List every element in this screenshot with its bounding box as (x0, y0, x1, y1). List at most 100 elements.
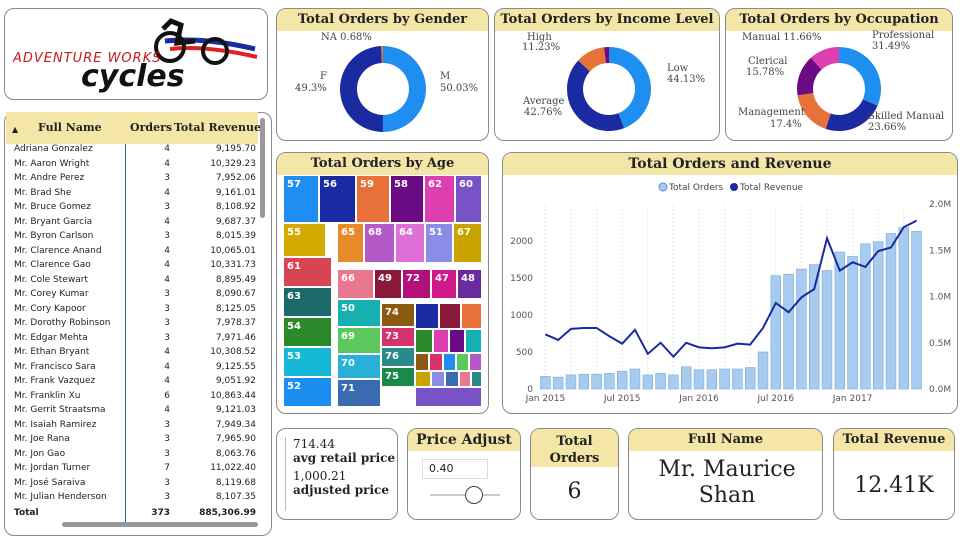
table-row[interactable]: Mr. Joe Rana 3 7,965.90 (8, 434, 260, 449)
donut-slice-m[interactable] (382, 46, 426, 132)
treemap-tile-small[interactable] (456, 353, 469, 371)
treemap-tile-age-63[interactable]: 63 (283, 287, 332, 317)
treemap-tile-age-48[interactable]: 48 (457, 269, 482, 299)
table-row[interactable]: Mr. Edgar Mehta 3 7,971.46 (8, 333, 260, 348)
treemap-tile-small[interactable] (415, 353, 429, 371)
cell-total-revenue: 8,895.49 (215, 274, 256, 285)
treemap-tile-age-55[interactable]: 55 (283, 223, 326, 257)
table-row[interactable]: Mr. Clarence Anand 4 10,065.01 (8, 246, 260, 261)
table-row[interactable]: Mr. Cole Stewart 4 8,895.49 (8, 275, 260, 290)
treemap-tile-small[interactable] (433, 329, 449, 353)
treemap-tile-age-52[interactable]: 52 (283, 377, 332, 407)
table-row[interactable]: Mr. Bryant Garcia 4 9,687.37 (8, 217, 260, 232)
table-row[interactable]: Mr. Brad She 4 9,161.01 (8, 188, 260, 203)
treemap-tile-age-69[interactable]: 69 (337, 327, 381, 354)
treemap-tile-small[interactable] (469, 353, 482, 371)
cell-orders: 6 (164, 390, 170, 401)
treemap-tile-age-47[interactable]: 47 (431, 269, 457, 299)
price-adjust-slider-handle[interactable] (465, 486, 483, 504)
treemap-tile-age-53[interactable]: 53 (283, 347, 332, 377)
table-row[interactable]: Mr. Aaron Wright 4 10,329.23 (8, 159, 260, 174)
treemap-tile-age-54[interactable]: 54 (283, 317, 332, 347)
donut-slice-professional[interactable] (839, 47, 881, 106)
treemap-tile-age-60[interactable]: 60 (455, 175, 482, 223)
vertical-scrollbar[interactable] (260, 118, 265, 218)
header-orders[interactable]: Orders (130, 121, 172, 134)
treemap-tile-small[interactable] (415, 371, 431, 387)
table-row[interactable]: Mr. Franklin Xu 6 10,863.44 (8, 391, 260, 406)
treemap-tile-small[interactable] (471, 371, 482, 387)
table-row[interactable]: Mr. Byron Carlson 3 8,015.39 (8, 231, 260, 246)
cell-orders: 4 (164, 245, 170, 256)
table-row[interactable]: Mr. Frank Vazquez 4 9,051.92 (8, 376, 260, 391)
table-row[interactable]: Mr. Jordan Turner 7 11,022.40 (8, 463, 260, 478)
header-total-revenue[interactable]: Total Revenue (174, 121, 261, 134)
treemap-tile-age-58[interactable]: 58 (390, 175, 424, 223)
y2-tick-label: 1.0M (929, 293, 951, 303)
table-row[interactable]: Mr. Clarence Gao 4 10,331.73 (8, 260, 260, 275)
treemap-tile-age-74[interactable]: 74 (381, 303, 415, 327)
table-row[interactable]: Mr. Ethan Bryant 4 10,308.52 (8, 347, 260, 362)
table-row[interactable]: Mr. Jon Gao 3 8,063.76 (8, 449, 260, 464)
cell-orders: 3 (164, 289, 170, 299)
table-row[interactable]: Mr. Cory Kapoor 3 8,125.05 (8, 304, 260, 319)
treemap-tile-age-59[interactable]: 59 (356, 175, 390, 223)
price-adjust-input[interactable]: 0.40 (422, 459, 488, 479)
treemap-tile-age-56[interactable]: 56 (319, 175, 356, 223)
treemap-tile-small[interactable] (465, 329, 482, 353)
cell-orders: 4 (164, 361, 170, 372)
treemap-tile-age-49[interactable]: 49 (374, 269, 402, 299)
treemap-tile-age-71[interactable]: 71 (337, 379, 381, 407)
treemap-tile-small[interactable] (415, 329, 433, 353)
donut-slice-average[interactable] (567, 60, 625, 132)
treemap-tile-small[interactable] (449, 329, 465, 353)
cell-orders: 3 (164, 434, 170, 444)
table-row[interactable]: Mr. Gerrit Straatsma 4 9,121.03 (8, 405, 260, 420)
sort-icon[interactable]: ▲ (12, 124, 18, 134)
treemap-tile-small[interactable] (439, 303, 461, 329)
treemap-tile-age-62[interactable]: 62 (424, 175, 455, 223)
cell-total-revenue: 9,125.55 (215, 361, 256, 372)
table-row[interactable]: Mr. Andre Perez 3 7,952.06 (8, 173, 260, 188)
treemap-tile-age-50[interactable]: 50 (337, 299, 381, 327)
donut-slice-f[interactable] (339, 46, 383, 132)
treemap-tile-age-73[interactable]: 73 (381, 327, 415, 347)
treemap-tile-small[interactable] (443, 353, 456, 371)
treemap-tile-age-72[interactable]: 72 (402, 269, 431, 299)
table-row[interactable]: Mr. Bruce Gomez 3 8,108.92 (8, 202, 260, 217)
treemap-tile-age-65[interactable]: 65 (337, 223, 364, 263)
bar-total-orders (591, 373, 602, 390)
treemap-tile-age-67[interactable]: 67 (453, 223, 482, 263)
treemap-tile-small[interactable] (415, 303, 439, 329)
table-row[interactable]: Mr. Corey Kumar 3 8,090.67 (8, 289, 260, 304)
table-row[interactable]: Mr. Francisco Sara 4 9,125.55 (8, 362, 260, 377)
table-row[interactable]: Mr. Isaiah Ramirez 3 7,949.34 (8, 420, 260, 435)
price-divider (285, 437, 286, 511)
header-full-name[interactable]: Full Name (38, 121, 102, 134)
treemap-tile-small[interactable] (415, 387, 482, 407)
cell-full-name: Mr. Ethan Bryant (14, 347, 90, 357)
treemap-tile-age-70[interactable]: 70 (337, 354, 381, 379)
table-row[interactable]: Mr. José Saraiva 3 8,119.68 (8, 478, 260, 493)
cell-total-revenue: 8,125.05 (215, 303, 256, 314)
treemap-tile-small[interactable] (431, 371, 445, 387)
treemap-tile-small[interactable] (429, 353, 443, 371)
treemap-tile-age-76[interactable]: 76 (381, 347, 415, 367)
age-treemap: 57 56 59 58 62 60 55 65 68 64 51 67 61 66 49 72 47 48 63 50… (283, 175, 482, 409)
table-row[interactable]: Mr. Julian Henderson 3 8,107.35 (8, 492, 260, 507)
cell-total-revenue: 11,022.40 (210, 463, 256, 473)
treemap-tile-age-64[interactable]: 64 (395, 223, 425, 263)
treemap-tile-age-51[interactable]: 51 (425, 223, 453, 263)
legend-label-total-orders: Total Orders (668, 183, 723, 193)
treemap-tile-small[interactable] (459, 371, 471, 387)
treemap-tile-age-61[interactable]: 61 (283, 257, 332, 287)
horizontal-scrollbar[interactable] (62, 522, 258, 527)
treemap-tile-age-57[interactable]: 57 (283, 175, 319, 223)
table-row[interactable]: Mr. Dorothy Robinson 3 7,978.37 (8, 318, 260, 333)
treemap-tile-age-68[interactable]: 68 (364, 223, 395, 263)
treemap-tile-age-66[interactable]: 66 (337, 269, 374, 299)
treemap-tile-small[interactable] (461, 303, 482, 329)
table-row[interactable]: Adriana Gonzalez 4 9,195.70 (8, 144, 260, 159)
treemap-tile-age-75[interactable]: 75 (381, 367, 415, 387)
treemap-tile-small[interactable] (445, 371, 459, 387)
